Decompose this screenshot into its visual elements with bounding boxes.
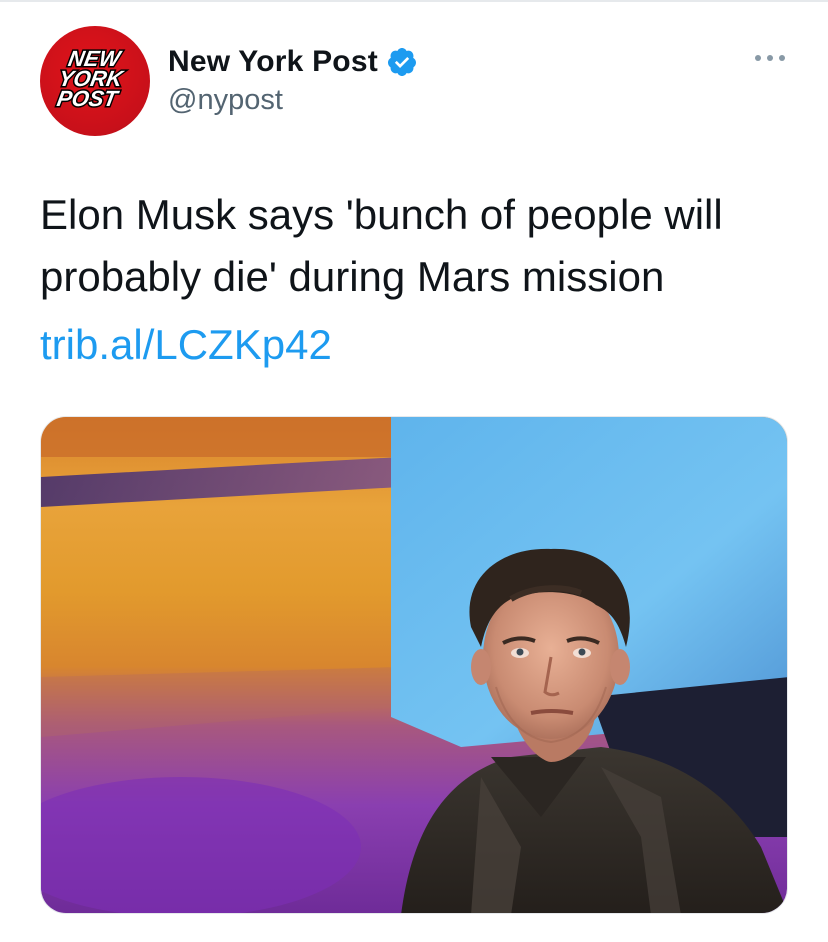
tweet-card[interactable]: NEW YORK POST NEW YORK POST New York Pos… — [0, 0, 828, 942]
verified-badge-icon — [386, 46, 418, 78]
photo-elon-musk — [41, 417, 787, 913]
svg-text:POST: POST — [55, 86, 122, 111]
display-name[interactable]: New York Post — [168, 45, 378, 79]
tweet-media-photo[interactable] — [40, 416, 788, 914]
more-options-icon[interactable] — [752, 48, 788, 68]
account-handle[interactable]: @nypost — [168, 84, 283, 117]
tweet-link[interactable]: trib.al/LCZKp42 — [40, 314, 332, 376]
tweet-text: Elon Musk says 'bunch of people will pro… — [40, 191, 723, 300]
account-name-row[interactable]: New York Post — [168, 42, 418, 82]
avatar[interactable]: NEW YORK POST NEW YORK POST — [40, 26, 150, 136]
nypost-logo: NEW YORK POST NEW YORK POST — [54, 45, 129, 113]
